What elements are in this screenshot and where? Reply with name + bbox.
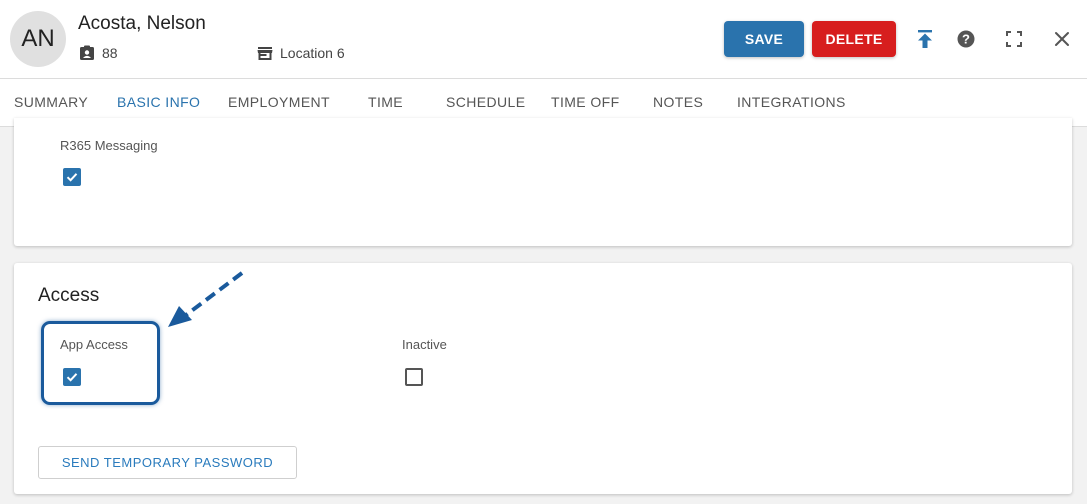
app-access-label: App Access bbox=[60, 337, 128, 352]
checkmark-icon bbox=[66, 373, 78, 382]
employee-name: Acosta, Nelson bbox=[78, 13, 206, 34]
employee-id-meta: 88 bbox=[79, 45, 118, 61]
location-name: Location 6 bbox=[280, 45, 345, 61]
messaging-label: R365 Messaging bbox=[60, 138, 158, 153]
inactive-label: Inactive bbox=[402, 337, 447, 352]
messaging-card: R365 Messaging bbox=[14, 118, 1072, 246]
annotation-arrow-icon bbox=[168, 271, 244, 327]
close-icon[interactable] bbox=[1051, 28, 1073, 50]
highlight-box bbox=[41, 321, 160, 405]
location-meta: Location 6 bbox=[257, 45, 345, 61]
checkmark-icon bbox=[66, 173, 78, 182]
help-icon[interactable]: ? bbox=[955, 28, 977, 50]
store-icon bbox=[257, 46, 273, 60]
messaging-checkbox[interactable] bbox=[63, 168, 81, 186]
badge-icon bbox=[80, 45, 94, 60]
employee-header: AN Acosta, Nelson 88 Location 6 SAVE DEL… bbox=[0, 0, 1087, 79]
delete-button[interactable]: DELETE bbox=[812, 21, 896, 57]
publish-icon[interactable] bbox=[914, 28, 936, 50]
employee-id: 88 bbox=[102, 45, 118, 61]
send-temporary-password-button[interactable]: SEND TEMPORARY PASSWORD bbox=[38, 446, 297, 479]
access-card: Access App Access Inactive SEND TEMPORAR… bbox=[14, 263, 1072, 494]
avatar: AN bbox=[10, 11, 66, 67]
save-button[interactable]: SAVE bbox=[724, 21, 804, 57]
svg-text:?: ? bbox=[962, 32, 970, 47]
section-title: Access bbox=[38, 285, 100, 306]
fullscreen-icon[interactable] bbox=[1003, 28, 1025, 50]
inactive-checkbox[interactable] bbox=[405, 368, 423, 386]
app-access-checkbox[interactable] bbox=[63, 368, 81, 386]
